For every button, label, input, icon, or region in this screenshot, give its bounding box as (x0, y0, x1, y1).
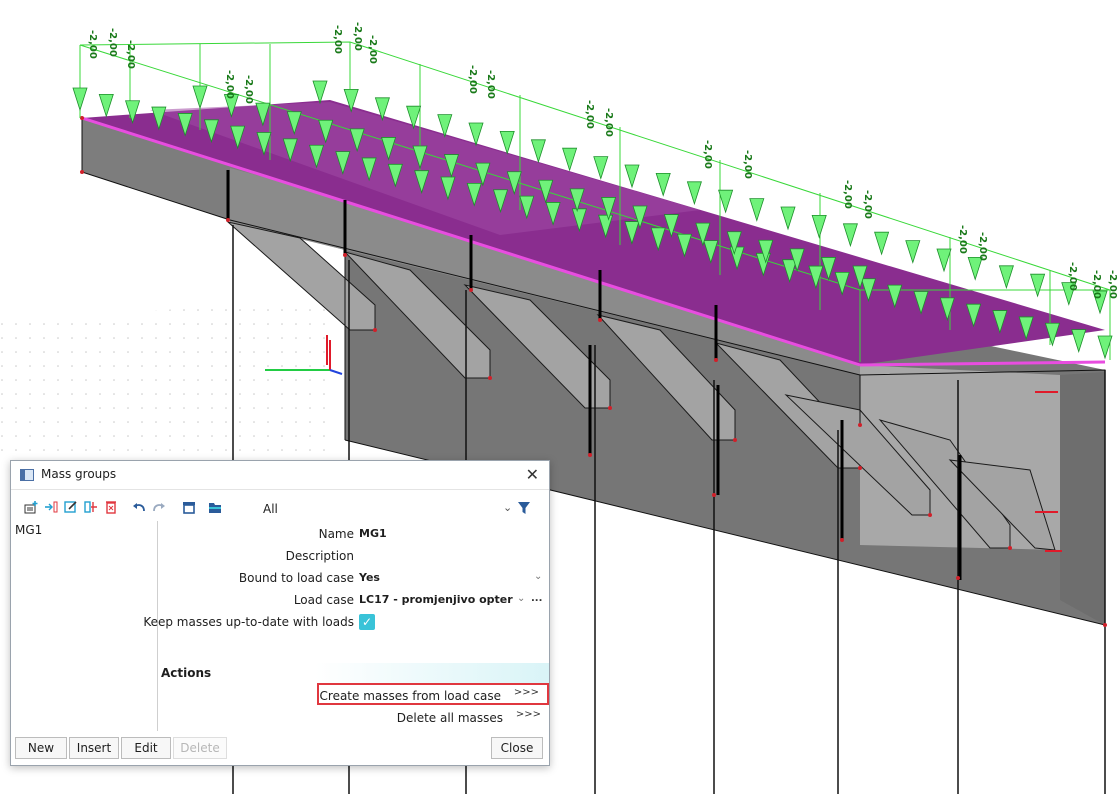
keep-label: Keep masses up-to-date with loads (143, 615, 354, 629)
prop-row-name: Name MG1 (159, 525, 544, 545)
create-masses-action[interactable]: Create masses from load case >>> (317, 683, 549, 705)
girder-end-face-dark (1060, 372, 1105, 625)
load-value-label: -2,00 (467, 65, 478, 94)
description-field[interactable] (359, 549, 529, 563)
load-arrow (905, 240, 921, 264)
description-label: Description (285, 549, 354, 563)
loadcase-select[interactable]: LC17 - promjenjivo opter (359, 593, 513, 606)
load-arrow (562, 147, 578, 172)
delete-button[interactable]: Delete (173, 737, 227, 759)
load-arrow (624, 164, 640, 189)
chevron-down-icon[interactable]: ⌄ (503, 501, 512, 514)
load-arrow (749, 198, 765, 222)
load-value-label: -2,00 (352, 22, 363, 51)
keep-updated-checkbox[interactable]: ✓ (359, 614, 375, 630)
new-button[interactable]: New (15, 737, 67, 759)
dialog-titlebar[interactable]: Mass groups ✕ (11, 461, 549, 490)
prop-row-keep: Keep masses up-to-date with loads ✓ (143, 613, 544, 633)
load-arrow (499, 130, 515, 155)
load-arrow (874, 231, 890, 256)
close-icon[interactable]: ✕ (526, 465, 539, 484)
load-value-label: -2,00 (1067, 262, 1078, 291)
load-arrow (998, 265, 1014, 290)
redo-icon[interactable] (151, 499, 167, 515)
load-value-label: -2,00 (742, 150, 753, 179)
load-value-label: -2,00 (977, 232, 988, 261)
library-icon[interactable] (181, 499, 197, 515)
insert-button[interactable]: Insert (69, 737, 119, 759)
load-value-label: -2,00 (957, 225, 968, 254)
load-arrow (936, 248, 952, 273)
actions-heading: Actions (161, 666, 212, 680)
load-value-label: -2,00 (1107, 270, 1117, 299)
undo-icon[interactable] (131, 499, 147, 515)
name-field[interactable]: MG1 (359, 527, 387, 540)
bound-select[interactable]: Yes (359, 571, 380, 584)
load-arrow (811, 214, 827, 239)
properties-panel: Name MG1 Description Bound to load case … (143, 521, 549, 731)
load-value-label: -2,00 (862, 190, 873, 219)
load-arrow (686, 181, 702, 206)
load-value-label: -2,00 (702, 140, 713, 169)
insert-icon[interactable] (43, 499, 59, 515)
prop-row-bound: Bound to load case Yes ⌄ (159, 569, 544, 589)
load-arrow (312, 80, 328, 105)
name-label: Name (318, 527, 354, 541)
edit-button[interactable]: Edit (121, 737, 171, 759)
close-button[interactable]: Close (491, 737, 543, 759)
load-value-label: -2,00 (332, 25, 343, 54)
delete-masses-label: Delete all masses (396, 711, 503, 725)
load-arrow (530, 139, 546, 164)
loadcase-label: Load case (293, 593, 354, 607)
load-arrow (1030, 273, 1046, 298)
mass-group-list[interactable]: MG1 (11, 521, 158, 731)
load-value-label: -2,00 (1091, 270, 1102, 299)
chevron-down-icon[interactable]: ⌄ (534, 571, 542, 582)
load-arrow (655, 172, 671, 197)
edit-icon[interactable] (63, 499, 79, 515)
copy-icon[interactable] (83, 499, 99, 515)
prop-row-description: Description (159, 547, 544, 567)
chevron-down-icon[interactable]: ⌄ (517, 593, 525, 604)
prop-row-loadcase: Load case LC17 - promjenjivo opter ⌄ ... (159, 591, 544, 611)
load-value-label: -2,00 (107, 28, 118, 57)
load-arrow (468, 122, 484, 147)
load-value-label: -2,00 (125, 40, 136, 69)
load-arrow (780, 206, 796, 231)
load-arrow (593, 156, 609, 180)
actions-section-header: Actions (159, 663, 549, 683)
mass-groups-dialog: Mass groups ✕ All ⌄ MG1 Name MG1 Descrip… (10, 460, 550, 766)
load-arrow (192, 85, 208, 110)
load-arrow (72, 87, 88, 112)
load-arrow (98, 93, 114, 118)
load-arrow (842, 223, 858, 248)
load-arrow (718, 189, 734, 214)
toolbar: All ⌄ (11, 497, 549, 521)
grid-dots (0, 300, 330, 460)
load-value-label: -2,00 (243, 75, 254, 104)
load-value-label: -2,00 (842, 180, 853, 209)
load-value-label: -2,00 (603, 108, 614, 137)
delete-icon[interactable] (103, 499, 119, 515)
load-arrow (1071, 329, 1087, 353)
dialog-title: Mass groups (41, 467, 117, 481)
load-value-label: -2,00 (485, 70, 496, 99)
dialog-button-bar: New Insert Edit Delete Close (11, 735, 549, 765)
window-icon (20, 469, 34, 481)
load-value-label: -2,00 (367, 35, 378, 64)
load-value-label: -2,00 (584, 100, 595, 129)
open-icon[interactable] (207, 499, 223, 515)
load-value-label: -2,00 (87, 30, 98, 59)
filter-select[interactable]: All (263, 502, 278, 516)
delete-masses-arrows: >>> (515, 709, 541, 720)
create-masses-arrows: >>> (513, 687, 539, 698)
more-button[interactable]: ... (531, 593, 542, 604)
delete-masses-action[interactable]: Delete all masses >>> (317, 707, 549, 729)
load-value-label: -2,00 (224, 70, 235, 99)
bound-label: Bound to load case (238, 571, 354, 585)
new-item-icon[interactable] (23, 499, 39, 515)
filter-icon[interactable] (517, 501, 531, 515)
list-item[interactable]: MG1 (15, 523, 42, 537)
create-masses-label: Create masses from load case (319, 689, 501, 703)
